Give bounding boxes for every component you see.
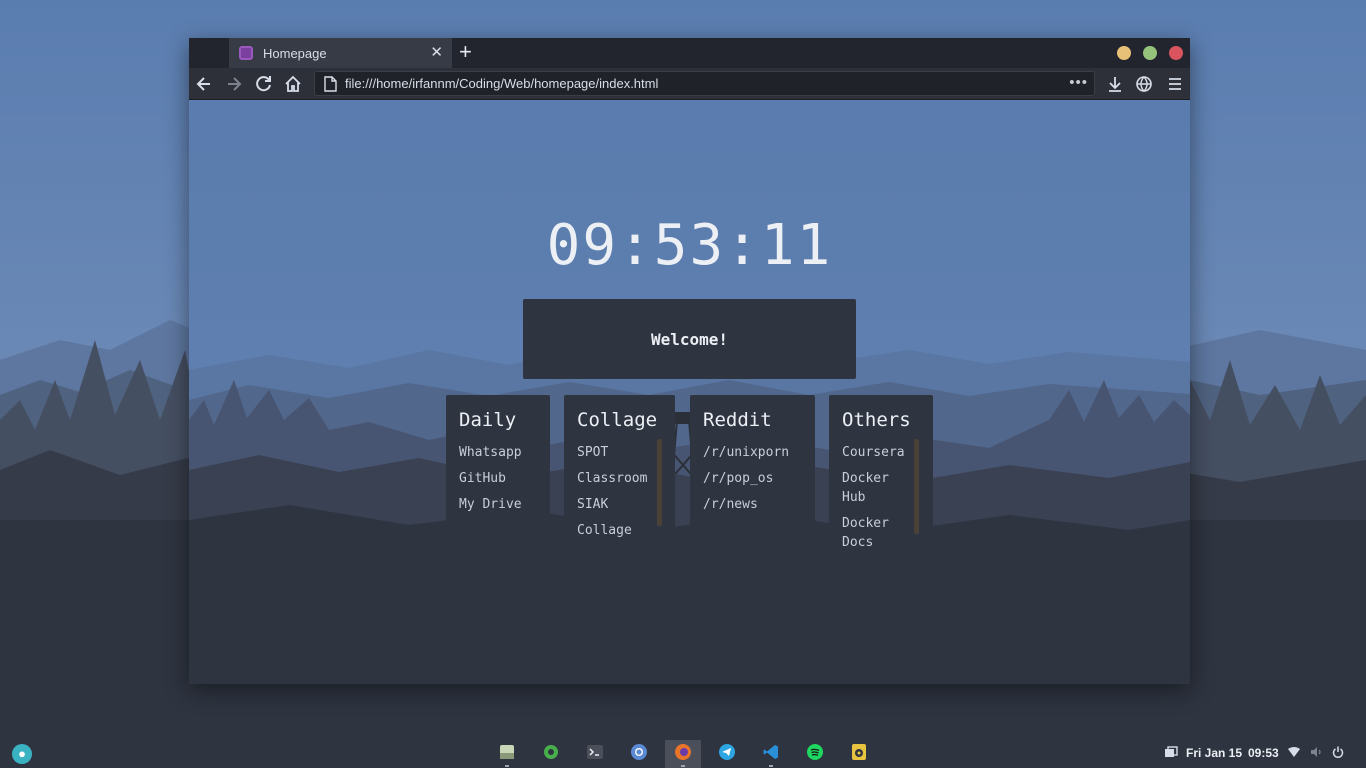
page-background-scene: [189, 100, 1190, 684]
running-indicator: [769, 765, 773, 767]
card-collage: Collage SPOT Classroom SIAK Collage: [564, 395, 675, 547]
speaker-icon: [850, 743, 868, 766]
forward-icon[interactable]: [224, 74, 244, 94]
maximize-button[interactable]: [1143, 46, 1157, 60]
menu-icon[interactable]: [1165, 74, 1185, 94]
dock-settings[interactable]: [533, 740, 569, 768]
welcome-banner: Welcome!: [523, 299, 856, 379]
reload-icon[interactable]: [254, 74, 274, 94]
link-coursera[interactable]: Coursera: [842, 443, 914, 462]
link-news[interactable]: /r/news: [703, 495, 802, 514]
welcome-text: Welcome!: [650, 329, 729, 349]
close-window-button[interactable]: [1169, 46, 1183, 60]
dock-telegram[interactable]: [709, 740, 745, 768]
page-actions-icon[interactable]: •••: [1069, 74, 1088, 91]
back-icon[interactable]: [194, 74, 214, 94]
tray-time[interactable]: 09:53: [1248, 746, 1279, 760]
browser-window: Homepage ✕ + file:///home/irfannm/Coding…: [189, 38, 1190, 684]
dock-files[interactable]: [489, 740, 525, 768]
link-siak[interactable]: SIAK: [577, 495, 662, 514]
tab-homepage[interactable]: Homepage ✕: [229, 38, 452, 68]
link-collage[interactable]: Collage: [577, 521, 662, 540]
link-spot[interactable]: SPOT: [577, 443, 662, 462]
card-title: Reddit: [703, 409, 772, 431]
clock-display: 09:53:11: [546, 213, 833, 278]
vscode-icon: [762, 743, 780, 766]
volume-icon[interactable]: [1310, 746, 1322, 761]
spotify-icon: [806, 743, 824, 766]
dock-chromium[interactable]: [621, 740, 657, 768]
running-indicator: [681, 765, 685, 767]
tab-close-icon[interactable]: ✕: [430, 45, 443, 60]
link-classroom[interactable]: Classroom: [577, 469, 662, 488]
link-docker-docs[interactable]: Docker Docs: [842, 514, 914, 547]
tab-bar: Homepage ✕ +: [189, 38, 1190, 68]
card-scrollbar[interactable]: [657, 439, 662, 526]
taskbar: ● Fri Jan 15 09:53: [0, 740, 1366, 768]
downloads-icon[interactable]: [1105, 74, 1125, 94]
link-github[interactable]: GitHub: [459, 469, 537, 488]
dock-firefox[interactable]: [665, 740, 701, 768]
clipboard-icon[interactable]: [1164, 746, 1178, 763]
dock-terminal[interactable]: [577, 740, 613, 768]
address-bar[interactable]: file:///home/irfannm/Coding/Web/homepage…: [314, 71, 1095, 96]
dock-vscode[interactable]: [753, 740, 789, 768]
power-icon[interactable]: [1332, 746, 1344, 761]
page-icon: [323, 76, 337, 95]
wifi-icon[interactable]: [1288, 746, 1300, 761]
card-title: Others: [842, 409, 911, 431]
page-favicon-icon: [239, 46, 253, 60]
telegram-icon: [718, 743, 736, 766]
link-unixporn[interactable]: /r/unixporn: [703, 443, 802, 462]
navigation-bar: file:///home/irfannm/Coding/Web/homepage…: [189, 68, 1190, 100]
card-title: Daily: [459, 409, 517, 431]
tray-date[interactable]: Fri Jan 15: [1186, 746, 1242, 760]
page-viewport: 09:53:11 Welcome! Daily Whatsapp GitHub …: [189, 100, 1190, 684]
running-indicator: [505, 765, 509, 767]
globe-icon[interactable]: [1134, 74, 1154, 94]
card-reddit: Reddit /r/unixporn /r/pop_os /r/news: [690, 395, 815, 547]
tab-title: Homepage: [263, 45, 327, 61]
home-icon[interactable]: [283, 74, 303, 94]
card-daily: Daily Whatsapp GitHub My Drive: [446, 395, 550, 547]
new-tab-button[interactable]: +: [459, 40, 472, 64]
card-others: Others Coursera Docker Hub Docker Docs: [829, 395, 933, 547]
card-scrollbar[interactable]: [914, 439, 919, 534]
card-title: Collage: [577, 409, 658, 431]
link-pop-os[interactable]: /r/pop_os: [703, 469, 802, 488]
terminal-icon: [586, 743, 604, 766]
minimize-button[interactable]: [1117, 46, 1131, 60]
link-whatsapp[interactable]: Whatsapp: [459, 443, 537, 462]
dock-spotify[interactable]: [797, 740, 833, 768]
chromium-icon: [630, 743, 648, 766]
launcher-icon[interactable]: ●: [12, 744, 32, 764]
firefox-icon: [674, 743, 692, 766]
link-my-drive[interactable]: My Drive: [459, 495, 537, 514]
settings-icon: [542, 743, 560, 766]
files-icon: [498, 743, 516, 766]
dock-speaker[interactable]: [841, 740, 877, 768]
link-docker-hub[interactable]: Docker Hub: [842, 469, 914, 507]
url-text: file:///home/irfannm/Coding/Web/homepage…: [345, 76, 659, 91]
